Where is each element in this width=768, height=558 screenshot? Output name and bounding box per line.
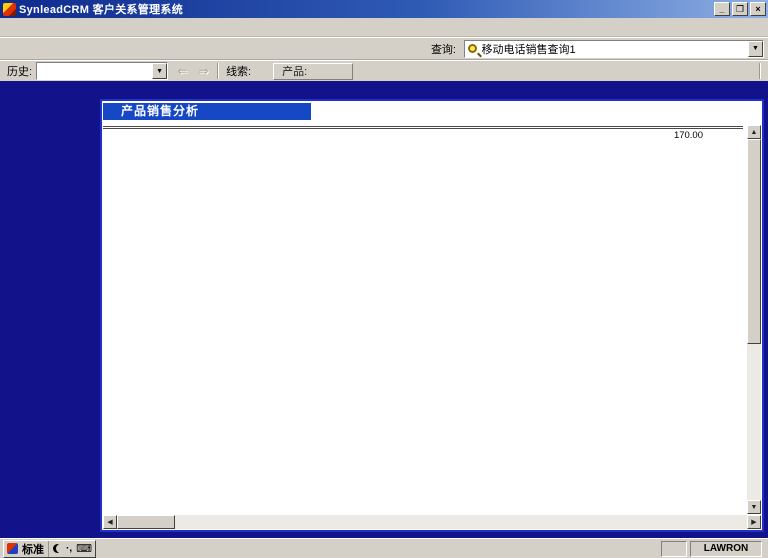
history-label: 历史: bbox=[7, 63, 32, 79]
toolbar-history: 历史: ▼ ⇐ ⇒ 线索: 产品: bbox=[0, 60, 768, 81]
scroll-left-button[interactable]: ◀ bbox=[103, 515, 117, 529]
query-label: 查询: bbox=[431, 41, 456, 57]
tabbar bbox=[0, 81, 768, 97]
ime-punctuation-icon[interactable]: ·, bbox=[66, 543, 72, 554]
sidebar bbox=[0, 97, 100, 538]
status-empty-cell bbox=[661, 541, 687, 557]
main-panel: 产品销售分析 170.00 bbox=[100, 99, 764, 532]
ime-softkeyboard-icon[interactable]: ⌨ bbox=[76, 542, 92, 555]
scroll-down-button[interactable]: ▼ bbox=[747, 500, 761, 514]
query-dropdown-button[interactable]: ▼ bbox=[748, 41, 763, 57]
ime-toolbar[interactable]: 标准 ·, ⌨ bbox=[3, 540, 96, 558]
titlebar: SynleadCRM 客户关系管理系统 _ ❐ × bbox=[0, 0, 768, 18]
close-button[interactable]: × bbox=[750, 2, 766, 16]
status-username: LAWRON bbox=[690, 541, 762, 557]
scroll-up-button[interactable]: ▲ bbox=[747, 125, 761, 139]
history-combobox[interactable]: ▼ bbox=[36, 62, 168, 80]
query-combobox[interactable]: 移动电话销售查询1 ▼ bbox=[464, 40, 764, 58]
ime-logo-icon[interactable] bbox=[7, 543, 18, 554]
toolbar-main: 查询: 移动电话销售查询1 ▼ bbox=[0, 37, 768, 60]
app-logo-icon bbox=[3, 3, 16, 16]
window-title: SynleadCRM 客户关系管理系统 bbox=[19, 1, 714, 17]
clue-label: 线索: bbox=[226, 63, 251, 79]
product-context-box: 产品: bbox=[273, 63, 353, 80]
restore-button[interactable]: ❐ bbox=[732, 2, 748, 16]
menubar bbox=[0, 18, 768, 37]
ime-fullhalf-moon-icon[interactable] bbox=[53, 544, 62, 553]
horizontal-scrollbar[interactable]: ◀ ▶ bbox=[103, 515, 761, 529]
scroll-right-button[interactable]: ▶ bbox=[747, 515, 761, 529]
vertical-scrollbar[interactable]: ▲ ▼ bbox=[747, 125, 761, 514]
forward-icon: ⇒ bbox=[193, 62, 214, 81]
minimize-button[interactable]: _ bbox=[714, 2, 730, 16]
query-value: 移动电话销售查询1 bbox=[481, 41, 748, 57]
workspace: 产品销售分析 170.00 bbox=[0, 81, 768, 538]
history-dropdown-button[interactable]: ▼ bbox=[152, 63, 167, 79]
horizontal-scroll-thumb[interactable] bbox=[117, 515, 175, 529]
sales-analysis-grid: 170.00 bbox=[103, 125, 747, 514]
quantity-total: 170.00 bbox=[103, 129, 703, 141]
back-icon: ⇐ bbox=[172, 62, 193, 81]
app-window: SynleadCRM 客户关系管理系统 _ ❐ × 查询: 移动电话销售查询1 … bbox=[0, 0, 768, 558]
query-search-icon bbox=[468, 44, 477, 53]
vertical-scroll-thumb[interactable] bbox=[747, 139, 761, 344]
page-title: 产品销售分析 bbox=[103, 103, 311, 120]
statusbar: 标准 ·, ⌨ LAWRON bbox=[0, 538, 768, 558]
ime-mode-label[interactable]: 标准 bbox=[22, 541, 49, 557]
